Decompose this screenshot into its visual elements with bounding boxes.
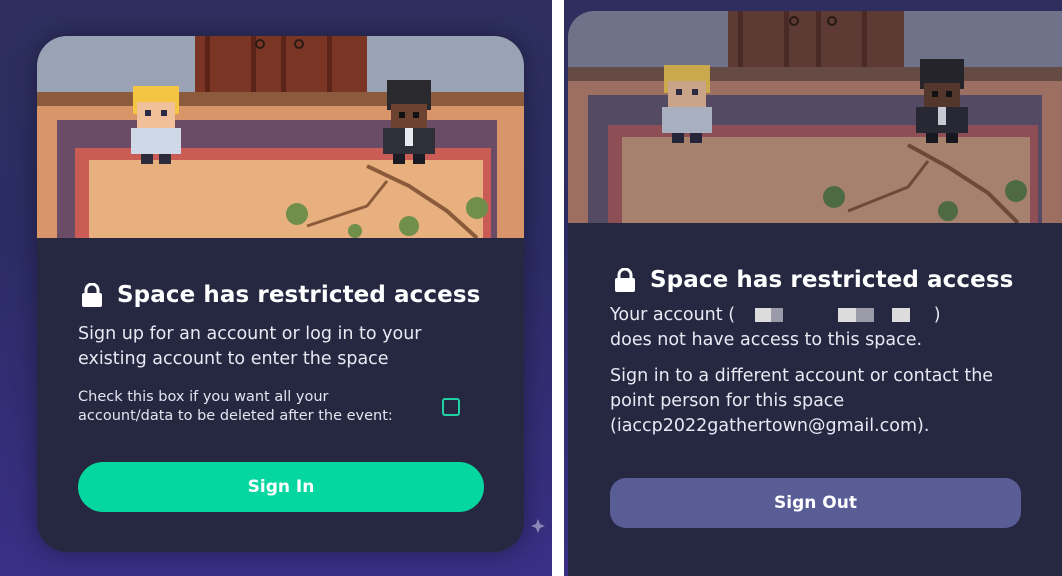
- delete-data-checkbox[interactable]: [442, 398, 460, 416]
- lock-icon: [615, 268, 635, 292]
- redacted-email: [856, 308, 875, 322]
- card-description: Sign up for an account or log in to your…: [78, 324, 422, 369]
- redacted-email: [874, 308, 892, 322]
- sign-in-button[interactable]: Sign In: [78, 462, 484, 512]
- restricted-access-card-right: Space has restricted access Your account…: [568, 11, 1062, 576]
- title-row: Space has restricted access: [37, 282, 524, 308]
- card-title: Space has restricted access: [650, 267, 1014, 293]
- help-text: Sign in to a different account or contac…: [610, 366, 994, 436]
- account-line: Your account ( ): [610, 303, 1020, 328]
- redacted-email: [754, 308, 771, 322]
- sparkle-icon: [531, 519, 545, 533]
- account-info: Your account ( ) does not have access to…: [610, 303, 1020, 353]
- room-preview-image: [37, 36, 524, 238]
- title-row: Space has restricted access: [568, 267, 1062, 293]
- no-access-text: does not have access to this space.: [610, 330, 923, 350]
- checkbox-label: Check this box if you want all your acco…: [78, 389, 393, 424]
- room-preview-image: [568, 11, 1062, 223]
- redacted-email: [838, 308, 857, 322]
- redacted-email: [770, 308, 783, 322]
- account-prefix: Your account (: [610, 305, 736, 325]
- card-title: Space has restricted access: [117, 282, 481, 308]
- account-suffix: ): [933, 305, 941, 325]
- sign-out-button[interactable]: Sign Out: [610, 478, 1021, 528]
- redacted-email: [892, 308, 911, 322]
- restricted-access-card-left: Space has restricted access Sign up for …: [37, 36, 524, 552]
- delete-data-option: Check this box if you want all your acco…: [78, 388, 524, 426]
- screenshot-divider: [552, 0, 564, 576]
- lock-icon: [82, 283, 102, 307]
